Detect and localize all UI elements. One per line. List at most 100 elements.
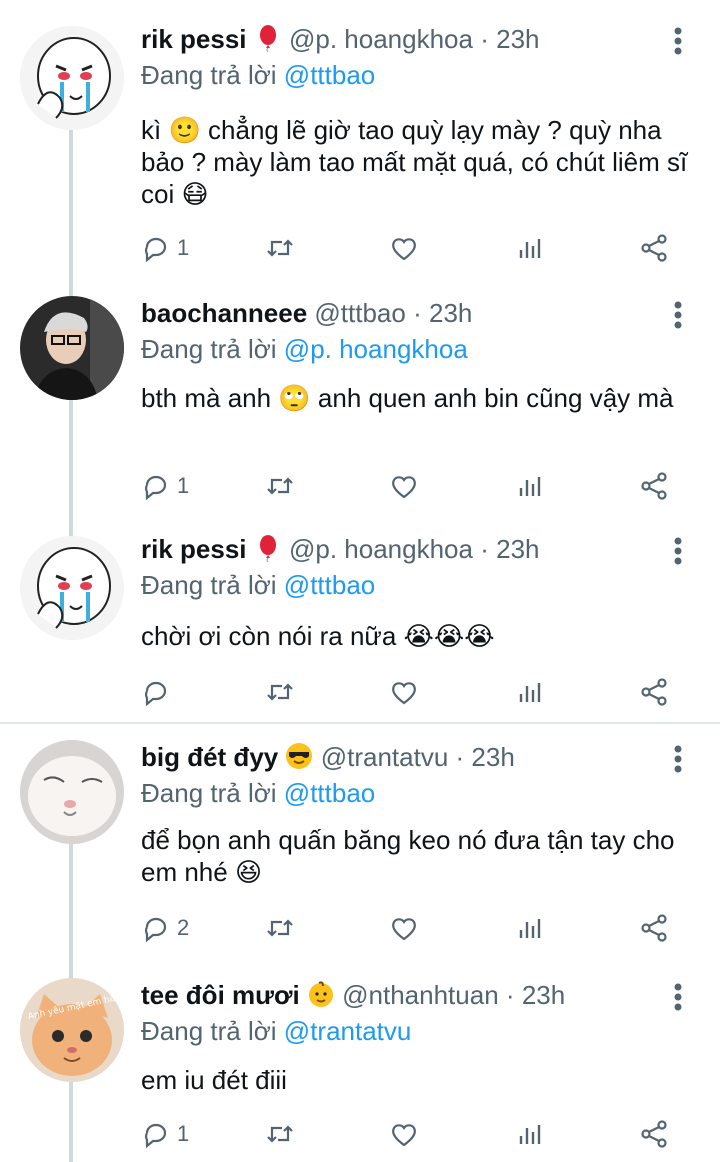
reply-mention[interactable]: @tttbao — [284, 778, 375, 808]
share-button[interactable] — [639, 910, 669, 946]
tweet-3[interactable]: rik pessi @p. hoangkhoa · 23h Đang trả l… — [0, 532, 720, 722]
heart-icon — [392, 1124, 416, 1147]
separator-dot: · — [480, 534, 489, 564]
reply-icon — [145, 681, 167, 707]
retweet-button[interactable] — [265, 674, 295, 710]
analytics-button[interactable] — [515, 230, 545, 266]
reply-icon — [145, 237, 167, 263]
retweet-icon — [267, 239, 293, 257]
analytics-icon — [519, 477, 541, 496]
tweet-1[interactable]: rik pessi @p. hoangkhoa · 23h Đang trả l… — [0, 22, 720, 286]
user-handle[interactable]: @p. hoangkhoa — [289, 24, 473, 54]
timestamp[interactable]: 23h — [522, 980, 565, 1010]
replying-to: Đang trả lời @tttbao — [141, 776, 375, 810]
reply-mention[interactable]: @tttbao — [284, 60, 375, 90]
analytics-button[interactable] — [515, 468, 545, 504]
like-button[interactable] — [389, 910, 419, 946]
share-icon — [641, 234, 667, 262]
person-photo-avatar-icon — [20, 296, 124, 400]
reply-count: 2 — [177, 915, 190, 940]
avatar[interactable] — [20, 740, 124, 844]
like-button[interactable] — [389, 230, 419, 266]
retweet-button[interactable] — [265, 468, 295, 504]
replying-label: Đang trả lời — [141, 778, 277, 808]
share-button[interactable] — [639, 1116, 669, 1152]
separator-dot: · — [480, 24, 489, 54]
retweet-button[interactable] — [265, 1116, 295, 1152]
timestamp[interactable]: 23h — [471, 742, 514, 772]
user-handle[interactable]: @tttbao — [314, 298, 405, 328]
tweet-text: bth mà anh 🙄 anh quen anh bin cũng vậy m… — [141, 383, 674, 413]
like-button[interactable] — [389, 1116, 419, 1152]
tweet-header: rik pessi @p. hoangkhoa · 23h — [141, 22, 540, 56]
reply-mention[interactable]: @tttbao — [284, 570, 375, 600]
retweet-button[interactable] — [265, 910, 295, 946]
reply-count: 1 — [177, 1121, 190, 1146]
reply-mention[interactable]: @p. hoangkhoa — [284, 334, 468, 364]
more-options-icon[interactable] — [664, 744, 692, 774]
tweet-header: rik pessi @p. hoangkhoa · 23h — [141, 532, 540, 566]
share-button[interactable] — [639, 230, 669, 266]
more-options-icon[interactable] — [664, 536, 692, 566]
analytics-button[interactable] — [515, 1116, 545, 1152]
reply-mention[interactable]: @trantatvu — [284, 1016, 412, 1046]
tweet-5[interactable]: Anh yêu mặt em hả tee đôi mươi @nthanhtu… — [0, 978, 720, 1162]
display-name[interactable]: rik pessi — [141, 24, 247, 54]
display-name[interactable]: rik pessi — [141, 534, 247, 564]
reply-button[interactable]: 1 — [141, 468, 189, 504]
reply-count: 1 — [177, 235, 190, 260]
avatar[interactable] — [20, 26, 124, 130]
heart-icon — [392, 682, 416, 705]
analytics-button[interactable] — [515, 910, 545, 946]
more-options-icon[interactable] — [664, 982, 692, 1012]
replying-label: Đang trả lời — [141, 334, 277, 364]
display-name[interactable]: tee đôi mươi — [141, 980, 300, 1010]
avatar[interactable] — [20, 296, 124, 400]
thread-divider — [0, 722, 720, 724]
user-handle[interactable]: @nthanhtuan — [342, 980, 499, 1010]
heart-icon — [392, 476, 416, 499]
thread-line — [69, 126, 73, 286]
share-button[interactable] — [639, 468, 669, 504]
timestamp[interactable]: 23h — [429, 298, 472, 328]
share-icon — [641, 914, 667, 942]
tweet-4[interactable]: big đét đyy @trantatvu · 23h Đang trả lờ… — [0, 740, 720, 980]
thread-line — [69, 844, 73, 980]
user-handle[interactable]: @trantatvu — [321, 742, 449, 772]
analytics-button[interactable] — [515, 674, 545, 710]
retweet-icon — [267, 683, 293, 701]
action-bar — [141, 674, 701, 710]
reply-button[interactable]: 1 — [141, 230, 189, 266]
thread-line — [69, 400, 73, 540]
action-bar: 1 — [141, 468, 701, 504]
like-button[interactable] — [389, 674, 419, 710]
share-icon — [641, 678, 667, 706]
tweet-text: chời ơi còn nói ra nữa 😭😭😭 — [141, 621, 495, 651]
retweet-icon — [267, 919, 293, 937]
white-cat-avatar-icon — [20, 740, 124, 844]
crying-cartoon-avatar-icon — [20, 26, 124, 130]
tweet-header: tee đôi mươi @nthanhtuan · 23h — [141, 978, 565, 1012]
reply-button[interactable] — [141, 674, 177, 710]
display-name[interactable]: baochanneee — [141, 298, 307, 328]
avatar[interactable]: Anh yêu mặt em hả — [20, 978, 124, 1082]
user-handle[interactable]: @p. hoangkhoa — [289, 534, 473, 564]
analytics-icon — [519, 239, 541, 258]
heart-icon — [392, 238, 416, 261]
avatar[interactable] — [20, 536, 124, 640]
replying-to: Đang trả lời @tttbao — [141, 58, 375, 92]
timestamp[interactable]: 23h — [496, 534, 539, 564]
tweet-header: big đét đyy @trantatvu · 23h — [141, 740, 515, 774]
more-options-icon[interactable] — [664, 300, 692, 330]
tweet-2[interactable]: baochanneee @tttbao · 23h Đang trả lời @… — [0, 284, 720, 540]
display-name[interactable]: big đét đyy — [141, 742, 278, 772]
timestamp[interactable]: 23h — [496, 24, 539, 54]
share-button[interactable] — [639, 674, 669, 710]
retweet-button[interactable] — [265, 230, 295, 266]
like-button[interactable] — [389, 468, 419, 504]
replying-to: Đang trả lời @tttbao — [141, 568, 375, 602]
reply-button[interactable]: 2 — [141, 910, 189, 946]
more-options-icon[interactable] — [664, 26, 692, 56]
reply-button[interactable]: 1 — [141, 1116, 189, 1152]
replying-label: Đang trả lời — [141, 60, 277, 90]
